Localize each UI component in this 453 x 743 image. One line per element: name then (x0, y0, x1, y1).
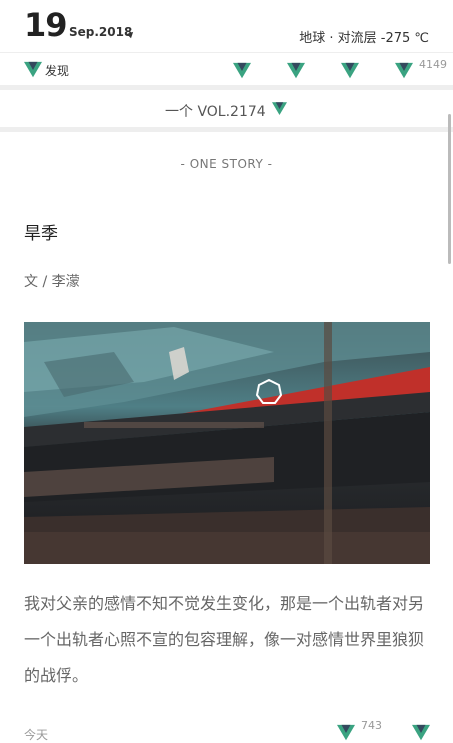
date-day: 19 (24, 6, 68, 44)
article-author: 文 / 李濛 (24, 274, 80, 290)
vue-logo-icon[interactable] (341, 62, 359, 80)
nav-count: 4149 (419, 58, 447, 71)
cover-image-art (24, 322, 430, 564)
share-icon[interactable] (412, 724, 430, 742)
article-excerpt[interactable]: 我对父亲的感情不知不觉发生变化，那是一个出轨者对另一个出轨者心照不宣的包容理解，… (24, 586, 434, 694)
vue-logo-icon[interactable] (287, 62, 305, 80)
date-month-year[interactable]: Sep.2018 (69, 25, 132, 39)
header-bar: 19 Sep.2018 地球 · 对流层 -275 ℃ (0, 0, 453, 52)
like-count: 743 (361, 719, 382, 732)
discover-icon[interactable] (24, 61, 42, 79)
article-cover-image[interactable] (24, 322, 430, 564)
section-label: - ONE STORY - (180, 157, 273, 171)
footer-label: 今天 (24, 728, 49, 742)
discover-label[interactable]: 发现 (45, 62, 69, 79)
volume-label[interactable]: 一个 VOL.2174 (165, 101, 266, 121)
divider (0, 127, 453, 132)
volume-dropdown-icon[interactable] (272, 102, 287, 116)
cursor-ring-icon (256, 379, 282, 404)
vue-logo-icon[interactable] (233, 62, 251, 80)
article-title[interactable]: 旱季 (24, 219, 58, 244)
like-icon[interactable] (337, 724, 355, 742)
divider (0, 85, 453, 90)
weather-info: 地球 · 对流层 -275 ℃ (299, 31, 429, 46)
scrollbar[interactable] (448, 114, 451, 264)
vue-logo-icon[interactable] (395, 62, 413, 80)
